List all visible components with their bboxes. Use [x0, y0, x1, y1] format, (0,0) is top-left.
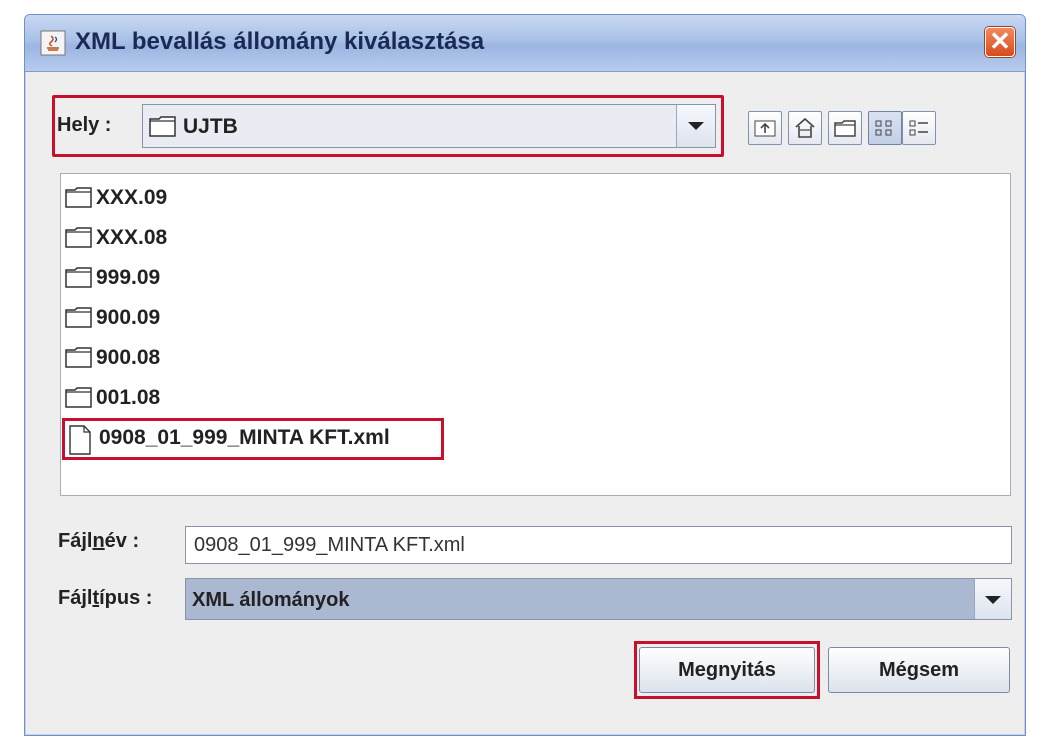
file-chooser-dialog: XML bevallás állomány kiválasztása ✕ Hel…: [24, 14, 1026, 736]
list-item-selected-file[interactable]: 0908_01_999_MINTA KFT.xml: [62, 418, 444, 460]
chevron-down-icon: [985, 596, 1001, 604]
look-in-label: Hely :: [57, 114, 112, 136]
filetype-combo[interactable]: XML állományok: [185, 578, 1012, 620]
filename-input[interactable]: 0908_01_999_MINTA KFT.xml: [185, 526, 1012, 564]
list-view-icon: [875, 120, 892, 136]
filename-label: Fájlnév :: [58, 530, 140, 552]
folder-icon: [65, 307, 92, 328]
filetype-dropdown-button[interactable]: [974, 579, 1011, 619]
folder-icon: [65, 227, 92, 248]
folder-icon: [149, 116, 176, 137]
java-icon: [40, 30, 66, 56]
up-folder-icon: [754, 120, 776, 137]
close-button[interactable]: ✕: [985, 27, 1015, 57]
file-name: 999.09: [96, 266, 161, 289]
home-icon: [795, 117, 815, 138]
look-in-value: UJTB: [183, 115, 238, 138]
filetype-label: Fájltípus :: [58, 587, 153, 609]
folder-icon: [65, 267, 92, 288]
file-name: 001.08: [96, 386, 161, 409]
file-name: XXX.08: [96, 226, 168, 249]
file-list[interactable]: XXX.09 XXX.08 999.09 900.09 900.08 001.0…: [60, 173, 1011, 496]
look-in-dropdown-button[interactable]: [676, 105, 715, 147]
up-folder-button[interactable]: [748, 111, 782, 145]
file-name: 0908_01_999_MINTA KFT.xml: [99, 426, 390, 449]
home-button[interactable]: [788, 111, 822, 145]
chevron-down-icon: [688, 122, 704, 130]
open-button[interactable]: Megnyitás: [639, 647, 815, 693]
details-view-icon: [909, 120, 928, 136]
filetype-value: XML állományok: [192, 589, 350, 611]
new-folder-icon: [834, 120, 856, 137]
folder-icon: [65, 347, 92, 368]
look-in-combo[interactable]: UJTB: [142, 104, 716, 148]
title-bar[interactable]: XML bevallás állomány kiválasztása ✕: [25, 15, 1025, 72]
details-view-button[interactable]: [902, 111, 936, 145]
dialog-title: XML bevallás állomány kiválasztása: [75, 28, 485, 55]
folder-icon: [65, 187, 92, 208]
file-name: XXX.09: [96, 186, 168, 209]
file-icon: [69, 425, 91, 455]
cancel-button[interactable]: Mégsem: [828, 647, 1010, 693]
new-folder-button[interactable]: [828, 111, 862, 145]
file-name: 900.08: [96, 346, 161, 369]
list-view-button[interactable]: [868, 111, 902, 145]
file-name: 900.09: [96, 306, 161, 329]
folder-icon: [65, 387, 92, 408]
